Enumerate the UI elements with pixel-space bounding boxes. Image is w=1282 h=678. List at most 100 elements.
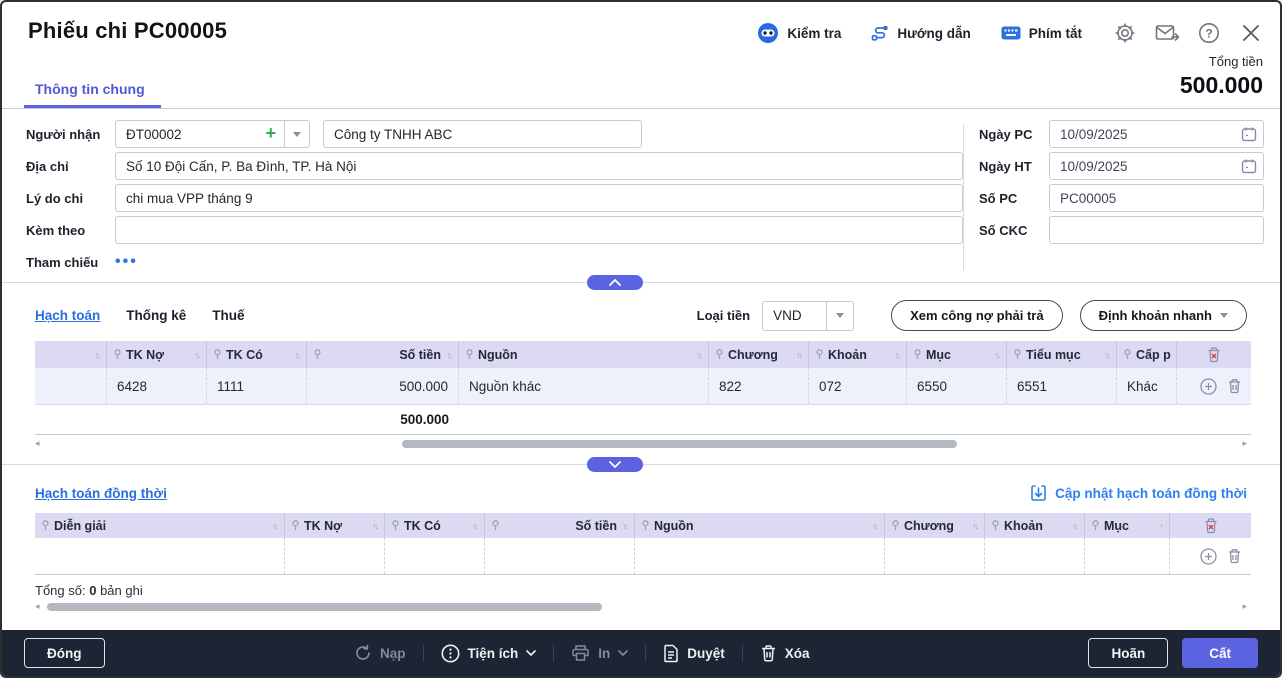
column-header-khoan[interactable]: Khoản ↑↓	[809, 341, 907, 368]
calendar-icon[interactable]	[1241, 126, 1257, 142]
column-header-khoan[interactable]: Khoản ↑↓	[985, 513, 1085, 538]
calendar-icon[interactable]	[1241, 158, 1257, 174]
cell-tieu-muc[interactable]: 6551	[1007, 368, 1117, 404]
view-payable-debt-button[interactable]: Xem công nợ phải trả	[891, 300, 1063, 331]
column-header-nguon[interactable]: Nguồn ↑↓	[635, 513, 885, 538]
cell-tk-co[interactable]: 1111	[207, 368, 307, 404]
column-header-delete-all[interactable]	[1170, 513, 1251, 538]
action-bar: Đóng Nạp Tiện ích In Duyệt Xóa Hoãn Cất	[2, 630, 1280, 676]
accounting-table: ↑↓ TK Nợ ↑↓ TK Có ↑↓ Số tiền ↑↓ Nguồn ↑↓ Chư…	[35, 341, 1251, 435]
concurrent-title-link[interactable]: Hạch toán đồng thời	[35, 486, 167, 501]
scrollbar-thumb[interactable]	[402, 440, 957, 448]
pin-icon	[816, 349, 823, 360]
utilities-button[interactable]: Tiện ích	[441, 644, 537, 663]
pin-icon	[466, 349, 473, 360]
column-header-tk-no[interactable]: TK Nợ ↑↓	[107, 341, 207, 368]
recipient-code-input[interactable]	[115, 120, 285, 148]
column-header-chuong[interactable]: Chương ↑↓	[709, 341, 809, 368]
reason-input[interactable]	[115, 184, 963, 212]
cell-so-tien[interactable]: 500.000	[307, 368, 459, 404]
column-header-chuong[interactable]: Chương ↑↓	[885, 513, 985, 538]
quick-posting-button[interactable]: Định khoản nhanh	[1079, 300, 1247, 331]
feedback-button[interactable]	[1154, 20, 1180, 46]
recipient-name-input[interactable]	[323, 120, 642, 148]
delete-row-icon[interactable]	[1227, 548, 1242, 564]
scroll-left-icon[interactable]: ◂	[35, 438, 40, 449]
divider	[553, 644, 555, 662]
column-header-tk-co[interactable]: TK Có ↑↓	[385, 513, 485, 538]
tab-accounting[interactable]: Hạch toán	[35, 308, 100, 323]
column-header-rowhandle[interactable]: ↑↓	[35, 341, 107, 368]
pin-icon	[314, 349, 321, 360]
cell-nguon[interactable]: Nguồn khác	[459, 368, 709, 404]
cell-cap-phat[interactable]: Khác	[1117, 368, 1177, 404]
delete-row-icon[interactable]	[1227, 378, 1242, 394]
concurrent-empty-row[interactable]	[35, 538, 1251, 575]
sort-icon: ↑↓	[272, 520, 279, 531]
chevron-down-icon	[618, 650, 629, 656]
postpone-button[interactable]: Hoãn	[1088, 638, 1169, 668]
column-header-tk-co[interactable]: TK Có ↑↓	[207, 341, 307, 368]
recipient-dropdown-button[interactable]	[285, 120, 310, 148]
column-header-muc[interactable]: Mục ↑	[1085, 513, 1170, 538]
voucher-no-label: Số PC	[979, 190, 1018, 206]
cell-khoan[interactable]: 072	[809, 368, 907, 404]
column-header-tk-no[interactable]: TK Nợ ↑↓	[285, 513, 385, 538]
approve-button[interactable]: Duyệt	[663, 644, 725, 663]
tab-general-info[interactable]: Thông tin chung	[24, 81, 161, 108]
help-button[interactable]: ?	[1196, 20, 1222, 46]
scroll-left-icon[interactable]: ◂	[35, 601, 40, 612]
concurrent-hscrollbar[interactable]: ◂ ▸	[35, 601, 1247, 612]
chevron-down-icon	[609, 461, 621, 468]
tab-statistics[interactable]: Thống kê	[126, 308, 186, 323]
save-button[interactable]: Cất	[1182, 638, 1258, 668]
cell-tk-no[interactable]: 6428	[107, 368, 207, 404]
add-row-icon[interactable]	[1200, 377, 1217, 395]
sort-icon: ↑↓	[1072, 520, 1079, 531]
close-window-button[interactable]: Đóng	[24, 638, 105, 668]
date-ht-input[interactable]	[1049, 152, 1264, 180]
recipient-combo: +	[115, 120, 310, 148]
chevron-up-icon	[609, 279, 621, 286]
check-button[interactable]: Kiểm tra	[757, 22, 841, 44]
accounting-hscrollbar[interactable]: ◂ ▸	[35, 438, 1247, 449]
column-header-so-tien[interactable]: Số tiền ↑↓	[307, 341, 459, 368]
scrollbar-thumb[interactable]	[47, 603, 602, 611]
scroll-right-icon[interactable]: ▸	[1242, 601, 1247, 612]
ckc-no-input[interactable]	[1049, 216, 1264, 244]
tab-tax[interactable]: Thuế	[212, 308, 244, 323]
scroll-right-icon[interactable]: ▸	[1242, 438, 1247, 449]
total-amount-value: 500.000	[1179, 72, 1263, 98]
cell-muc[interactable]: 6550	[907, 368, 1007, 404]
column-header-cap-phat[interactable]: Cấp p	[1117, 341, 1177, 368]
accounting-row[interactable]: 6428 1111 500.000 Nguồn khác 822 072 655…	[35, 368, 1251, 405]
pin-icon	[642, 520, 649, 531]
column-header-muc[interactable]: Mục ↑↓	[907, 341, 1007, 368]
address-input[interactable]	[115, 152, 963, 180]
add-recipient-icon[interactable]: +	[265, 124, 276, 142]
reference-more-link[interactable]: •••	[115, 254, 138, 270]
voucher-no-input[interactable]	[1049, 184, 1264, 212]
add-row-icon[interactable]	[1200, 547, 1217, 565]
reload-button[interactable]: Nạp	[354, 644, 406, 662]
close-button[interactable]	[1238, 20, 1264, 46]
sort-icon: ↑↓	[696, 349, 703, 360]
guide-button[interactable]: Hướng dẫn	[871, 24, 971, 42]
column-header-dien-giai[interactable]: Diễn giải ↑↓	[35, 513, 285, 538]
delete-button[interactable]: Xóa	[760, 644, 810, 662]
column-header-so-tien[interactable]: Số tiền ↑↓	[485, 513, 635, 538]
column-header-delete-all[interactable]	[1177, 341, 1251, 368]
column-header-nguon[interactable]: Nguồn ↑↓	[459, 341, 709, 368]
collapse-form-button[interactable]	[587, 275, 643, 290]
settings-button[interactable]	[1112, 20, 1138, 46]
cell-chuong[interactable]: 822	[709, 368, 809, 404]
collapse-detail-button[interactable]	[587, 457, 643, 472]
shortcut-button[interactable]: Phím tắt	[1001, 26, 1082, 41]
date-pc-input[interactable]	[1049, 120, 1264, 148]
print-button[interactable]: In	[571, 644, 629, 662]
currency-select[interactable]: VND	[762, 300, 855, 331]
trash-icon	[760, 644, 777, 662]
update-concurrent-link[interactable]: Cập nhật hạch toán đồng thời	[1030, 484, 1247, 502]
column-header-tieu-muc[interactable]: Tiểu mục ↑↓	[1007, 341, 1117, 368]
attachment-input[interactable]	[115, 216, 963, 244]
